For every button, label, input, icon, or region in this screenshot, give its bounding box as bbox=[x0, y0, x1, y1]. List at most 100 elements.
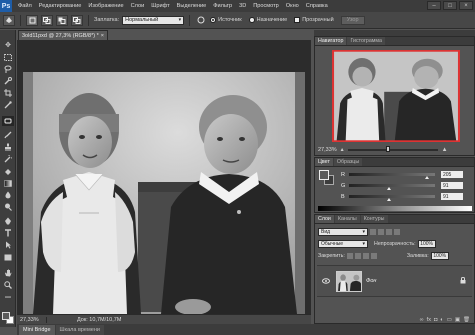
blend-mode-select[interactable]: Обычные ▾ bbox=[318, 239, 368, 248]
menu-3d[interactable]: 3D bbox=[239, 3, 246, 9]
green-channel-slider[interactable] bbox=[349, 184, 435, 190]
filter-adjustment-icon[interactable] bbox=[378, 228, 384, 235]
dodge-tool-icon[interactable] bbox=[2, 202, 14, 212]
tab-layers[interactable]: Слои bbox=[315, 215, 334, 223]
new-layer-icon[interactable]: ▣ bbox=[455, 317, 460, 323]
lasso-tool-icon[interactable] bbox=[2, 64, 14, 74]
green-channel-value[interactable]: 91 bbox=[441, 182, 463, 189]
tab-channels[interactable]: Каналы bbox=[334, 215, 360, 223]
patch-tool-icon[interactable] bbox=[2, 116, 14, 126]
destination-radio[interactable]: Назначение bbox=[248, 17, 287, 23]
type-tool-icon[interactable] bbox=[2, 228, 14, 238]
more-tools-icon[interactable] bbox=[2, 292, 14, 302]
tab-paths[interactable]: Контуры bbox=[360, 215, 388, 223]
crop-tool-icon[interactable] bbox=[2, 88, 14, 98]
layer-style-icon[interactable]: fx bbox=[427, 317, 431, 323]
marquee-tool-icon[interactable] bbox=[2, 52, 14, 62]
navigator-thumbnail[interactable] bbox=[331, 49, 461, 143]
close-tab-icon[interactable]: × bbox=[101, 33, 104, 39]
layer-filter-select[interactable]: Вид ▾ bbox=[318, 227, 368, 236]
color-spectrum-bar[interactable] bbox=[318, 206, 472, 211]
lock-all-icon[interactable] bbox=[370, 252, 377, 259]
tab-mini-bridge[interactable]: Mini Bridge bbox=[19, 325, 55, 335]
patch-tool-preset-icon[interactable] bbox=[3, 14, 15, 26]
tab-navigator[interactable]: Навигатор bbox=[315, 37, 347, 45]
filter-pixel-icon[interactable] bbox=[370, 228, 376, 235]
navigator-zoom-knob[interactable] bbox=[385, 145, 390, 152]
destination-radio-dot[interactable] bbox=[248, 17, 255, 23]
hand-tool-icon[interactable] bbox=[2, 268, 14, 278]
link-layers-icon[interactable]: ∞ bbox=[420, 317, 424, 323]
history-brush-tool-icon[interactable] bbox=[2, 154, 14, 164]
tab-color[interactable]: Цвет bbox=[315, 158, 333, 166]
subtract-selection-icon[interactable] bbox=[56, 14, 68, 26]
red-channel-value[interactable]: 205 bbox=[441, 171, 463, 178]
use-pattern-button[interactable]: Узор bbox=[340, 15, 365, 25]
menu-help[interactable]: Справка bbox=[306, 3, 328, 9]
new-selection-icon[interactable] bbox=[26, 14, 38, 26]
menu-view[interactable]: Просмотр bbox=[253, 3, 279, 9]
menu-filter[interactable]: Фильтр bbox=[213, 3, 232, 9]
fill-input[interactable]: 100% bbox=[430, 251, 449, 260]
add-selection-icon[interactable] bbox=[41, 14, 53, 26]
brush-tool-icon[interactable] bbox=[2, 130, 14, 140]
filter-shape-icon[interactable] bbox=[394, 228, 400, 235]
path-selection-tool-icon[interactable] bbox=[2, 240, 14, 250]
photo-canvas[interactable] bbox=[23, 72, 305, 314]
opacity-input[interactable]: 100% bbox=[417, 239, 436, 248]
zoom-in-icon[interactable]: ▲ bbox=[442, 147, 448, 153]
rectangle-tool-icon[interactable] bbox=[2, 252, 14, 262]
tab-swatches[interactable]: Образцы bbox=[333, 158, 363, 166]
new-group-icon[interactable]: ▭ bbox=[447, 317, 452, 323]
color-swatch-pair[interactable] bbox=[319, 170, 334, 185]
foreground-color-swatch[interactable] bbox=[319, 170, 329, 180]
visibility-eye-icon[interactable] bbox=[321, 277, 330, 286]
menu-window[interactable]: Окно bbox=[286, 3, 299, 9]
tab-histogram[interactable]: Гистограмма bbox=[347, 37, 385, 45]
lock-transparency-icon[interactable] bbox=[346, 252, 353, 259]
transparent-checkbox-box[interactable] bbox=[294, 17, 301, 23]
navigator-zoom-value[interactable]: 27,33% bbox=[318, 147, 337, 153]
eraser-tool-icon[interactable] bbox=[2, 166, 14, 176]
menu-file[interactable]: Файл bbox=[18, 3, 32, 9]
move-tool-icon[interactable]: ✥ bbox=[2, 40, 14, 50]
lock-position-icon[interactable] bbox=[362, 252, 369, 259]
add-mask-icon[interactable]: ◘ bbox=[434, 317, 437, 323]
gradient-tool-icon[interactable] bbox=[2, 178, 14, 188]
zoom-out-icon[interactable]: ▴ bbox=[341, 146, 344, 153]
intersect-selection-icon[interactable] bbox=[71, 14, 83, 26]
lock-pixels-icon[interactable] bbox=[354, 252, 361, 259]
zoom-tool-icon[interactable] bbox=[2, 280, 14, 290]
foreground-background-swatch[interactable] bbox=[2, 312, 14, 324]
pen-tool-icon[interactable] bbox=[2, 216, 14, 226]
quick-selection-tool-icon[interactable] bbox=[2, 76, 14, 86]
clone-stamp-tool-icon[interactable] bbox=[2, 142, 14, 152]
close-button[interactable]: × bbox=[459, 1, 473, 10]
zoom-level[interactable]: 27,33% bbox=[17, 316, 47, 323]
red-channel-slider[interactable] bbox=[349, 173, 435, 179]
blue-channel-slider[interactable] bbox=[349, 195, 435, 201]
document-tab[interactable]: 3old11pxd @ 27,3% (RGB/8*) * × bbox=[18, 30, 108, 40]
source-radio-dot[interactable] bbox=[210, 17, 217, 23]
layer-row-background[interactable]: Фон bbox=[317, 265, 472, 297]
green-slider-handle[interactable] bbox=[386, 187, 391, 190]
tab-timeline[interactable]: Шкала времени bbox=[55, 325, 104, 335]
navigator-zoom-slider[interactable] bbox=[347, 145, 438, 152]
eyedropper-tool-icon[interactable] bbox=[2, 100, 14, 110]
document-info[interactable]: Док: 10,7M/10,7M bbox=[47, 317, 121, 323]
blur-tool-icon[interactable] bbox=[2, 190, 14, 200]
menu-edit[interactable]: Редактирование bbox=[39, 3, 82, 9]
menu-select[interactable]: Выделение bbox=[177, 3, 207, 9]
adjustment-layer-icon[interactable]: ◐ bbox=[440, 317, 443, 323]
menu-image[interactable]: Изображение bbox=[88, 3, 123, 9]
menu-layers[interactable]: Слои bbox=[131, 3, 145, 9]
layer-name[interactable]: Фон bbox=[366, 278, 460, 284]
delete-layer-icon[interactable]: 🗑 bbox=[463, 317, 470, 323]
source-radio[interactable]: Источник bbox=[210, 17, 242, 23]
maximize-button[interactable]: □ bbox=[443, 1, 457, 10]
menu-type[interactable]: Шрифт bbox=[151, 3, 169, 9]
red-slider-handle[interactable] bbox=[424, 176, 429, 179]
filter-type-icon[interactable] bbox=[386, 228, 392, 235]
blue-slider-handle[interactable] bbox=[386, 198, 391, 201]
minimize-button[interactable]: – bbox=[427, 1, 441, 10]
